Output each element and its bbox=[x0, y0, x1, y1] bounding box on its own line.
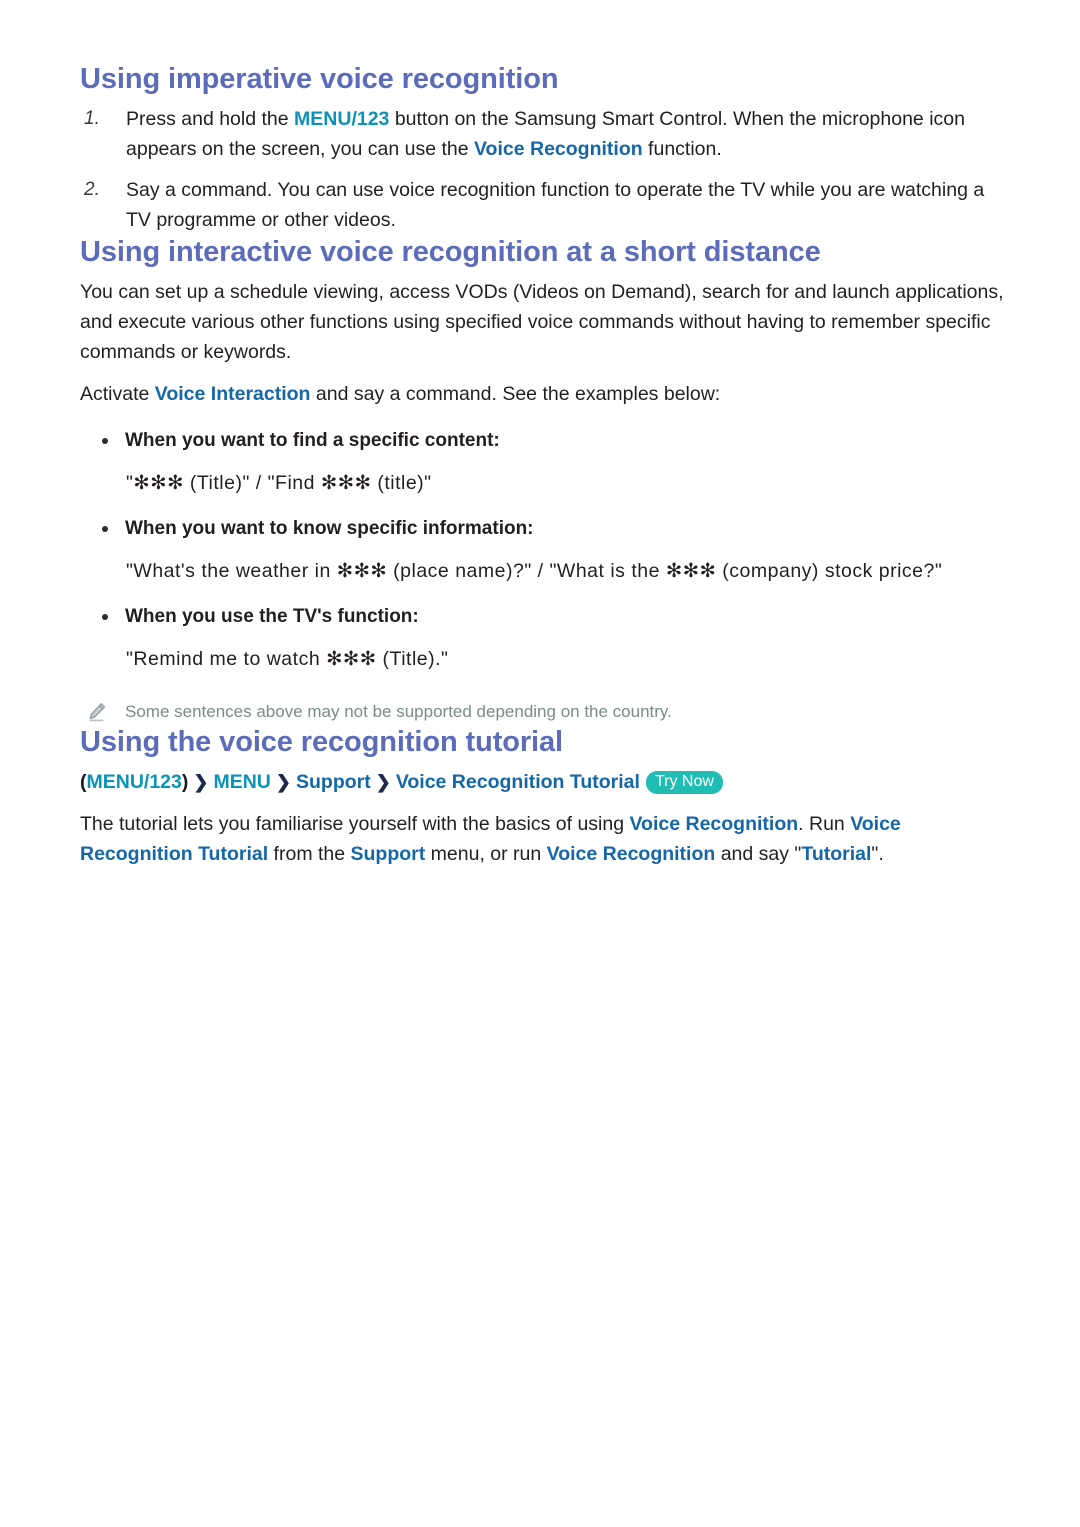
inline-link-menu123[interactable]: MENU/123 bbox=[294, 108, 389, 130]
inline-link-voice-recognition-2[interactable]: Voice Recognition bbox=[547, 843, 716, 865]
section-voice-recognition-tutorial: Using the voice recognition tutorial (ME… bbox=[80, 725, 1008, 869]
bullet-icon bbox=[102, 526, 108, 532]
example-label: When you want to find a specific content… bbox=[80, 427, 1008, 455]
manual-page: Using imperative voice recognition 1. Pr… bbox=[0, 0, 1080, 1527]
inline-link-tutorial[interactable]: Tutorial bbox=[801, 843, 871, 865]
paragraph-activate: Activate Voice Interaction and say a com… bbox=[80, 379, 1008, 409]
breadcrumb-item-voice-recognition-tutorial[interactable]: Voice Recognition Tutorial bbox=[396, 771, 640, 793]
list-item-example-2: When you want to know specific informati… bbox=[80, 515, 1008, 585]
example-phrase: "Remind me to watch ✻✻✻ (Title)." bbox=[126, 648, 449, 670]
section-interactive-voice-recognition: Using interactive voice recognition at a… bbox=[80, 235, 1008, 725]
try-now-badge[interactable]: Try Now bbox=[645, 771, 723, 794]
example-phrase: "✻✻✻ (Title)" / "Find ✻✻✻ (title)" bbox=[126, 472, 432, 494]
chevron-right-icon: ❯ bbox=[193, 772, 209, 792]
tutorial-text-1: The tutorial lets you familiarise yourse… bbox=[80, 813, 630, 835]
numbered-steps-list: 1. Press and hold the MENU/123 button on… bbox=[80, 104, 1008, 235]
example-label: When you want to know specific informati… bbox=[80, 515, 1008, 543]
list-item-step-1: 1. Press and hold the MENU/123 button on… bbox=[80, 104, 1008, 164]
tutorial-text-5: and say " bbox=[715, 843, 802, 865]
tutorial-text-4: menu, or run bbox=[425, 843, 547, 865]
pencil-icon bbox=[86, 701, 108, 723]
example-label-text: When you want to find a specific content… bbox=[125, 430, 500, 451]
list-item-step-2: 2. Say a command. You can use voice reco… bbox=[80, 175, 1008, 235]
list-item-example-1: When you want to find a specific content… bbox=[80, 427, 1008, 497]
bullet-icon bbox=[102, 614, 108, 620]
example-label-text: When you use the TV's function: bbox=[125, 606, 419, 627]
inline-link-support[interactable]: Support bbox=[351, 843, 426, 865]
section-imperative-voice-recognition: Using imperative voice recognition 1. Pr… bbox=[80, 62, 1008, 235]
example-label-text: When you want to know specific informati… bbox=[125, 518, 534, 539]
page-title-section-1: Using imperative voice recognition bbox=[80, 63, 559, 95]
page-title-section-3: Using the voice recognition tutorial bbox=[80, 726, 563, 758]
example-phrase: "What's the weather in ✻✻✻ (place name)?… bbox=[126, 560, 943, 582]
tutorial-text-6: ". bbox=[871, 843, 884, 865]
section-2-body: You can set up a schedule viewing, acces… bbox=[80, 277, 1008, 409]
bullet-icon bbox=[102, 438, 108, 444]
breadcrumb: (MENU/123) ❯ MENU ❯ Support ❯ Voice Recognitio… bbox=[80, 767, 1008, 797]
breadcrumb-item-menu[interactable]: MENU bbox=[213, 771, 270, 793]
voice-command-examples-list: When you want to find a specific content… bbox=[80, 427, 1008, 673]
breadcrumb-item-support[interactable]: Support bbox=[296, 771, 371, 793]
tutorial-text-3: from the bbox=[268, 843, 351, 865]
inline-link-voice-recognition[interactable]: Voice Recognition bbox=[630, 813, 799, 835]
inline-link-voice-interaction[interactable]: Voice Interaction bbox=[155, 383, 311, 405]
paragraph-tutorial-description: The tutorial lets you familiarise yourse… bbox=[80, 809, 1008, 869]
tutorial-text-2: . Run bbox=[798, 813, 851, 835]
chevron-right-icon: ❯ bbox=[375, 772, 391, 792]
note-country-support: Some sentences above may not be supporte… bbox=[80, 699, 1008, 725]
note-text: Some sentences above may not be supporte… bbox=[125, 702, 672, 721]
section-3-body: The tutorial lets you familiarise yourse… bbox=[80, 809, 1008, 869]
page-title-section-2: Using interactive voice recognition at a… bbox=[80, 236, 821, 268]
paragraph-activate-suffix: and say a command. See the examples belo… bbox=[310, 383, 721, 405]
step-text-part-1: Say a command. You can use voice recogni… bbox=[126, 179, 985, 231]
step-text-part-1: Press and hold the bbox=[126, 108, 295, 130]
chevron-right-icon: ❯ bbox=[275, 772, 291, 792]
breadcrumb-item-menu123[interactable]: MENU/123 bbox=[87, 771, 182, 793]
step-marker: 2. bbox=[84, 179, 100, 200]
step-marker: 1. bbox=[84, 108, 100, 129]
list-item-example-3: When you use the TV's function: "Remind … bbox=[80, 603, 1008, 673]
paragraph-activate-prefix: Activate bbox=[80, 383, 155, 405]
paragraph-description: You can set up a schedule viewing, acces… bbox=[80, 281, 1004, 363]
example-label: When you use the TV's function: bbox=[80, 603, 1008, 631]
inline-link-voice-recognition[interactable]: Voice Recognition bbox=[474, 138, 643, 160]
step-text-part-3: function. bbox=[642, 138, 722, 160]
